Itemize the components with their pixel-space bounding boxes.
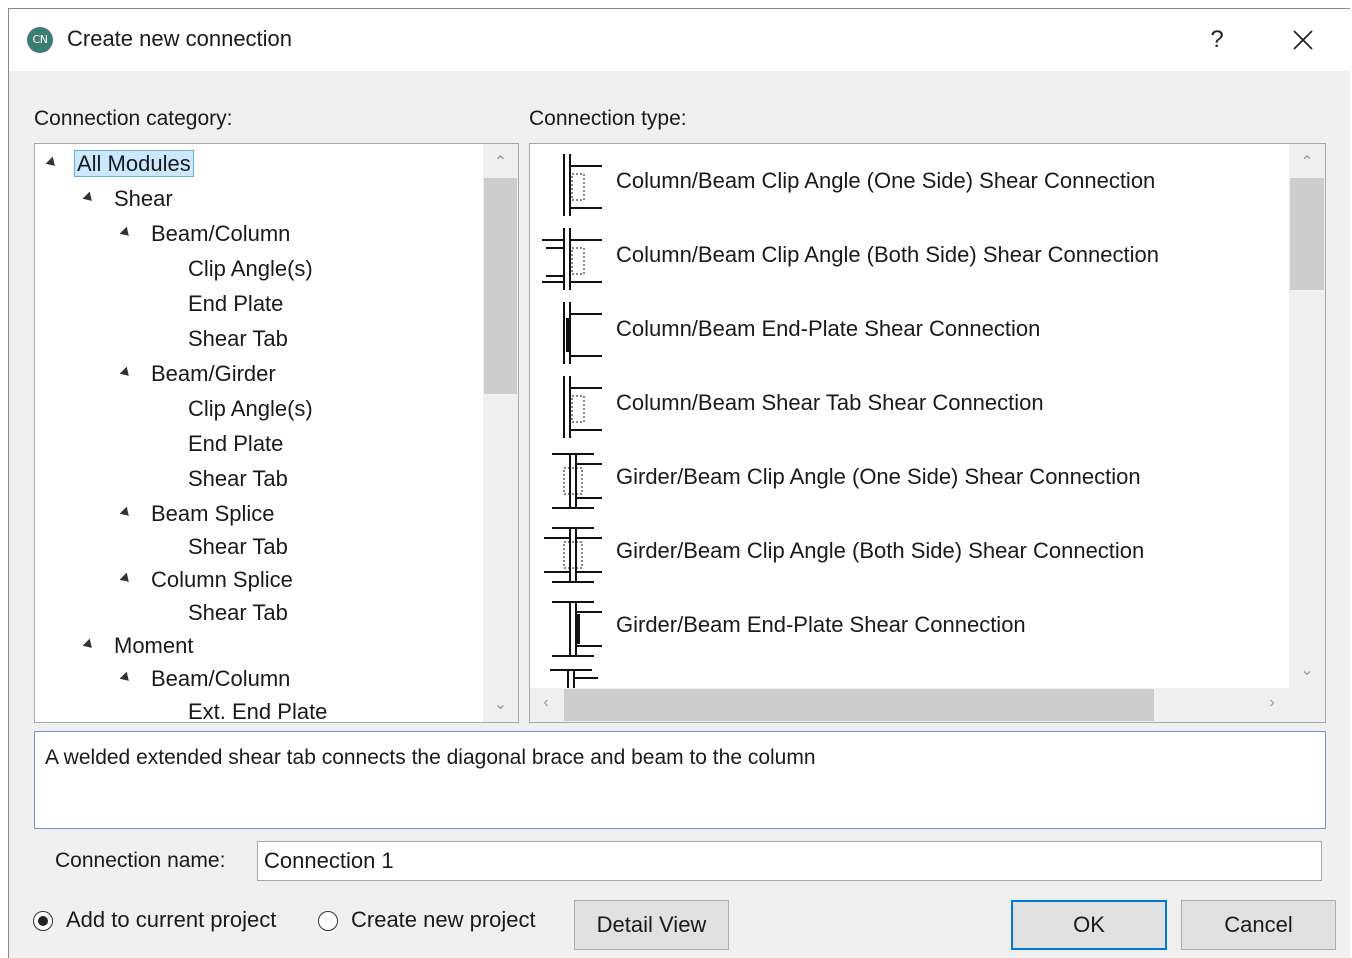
tree-item-label: Clip Angle(s) [188, 396, 313, 421]
connection-type-item[interactable]: Column/Beam Clip Angle (Both Side) Shear… [530, 220, 1290, 294]
tree-item-label: All Modules [74, 150, 194, 177]
tree-item-label: Ext. End Plate [188, 699, 328, 723]
connection-type-item[interactable]: Column/Beam Shear Tab Shear Connection [530, 368, 1290, 442]
column-clip-angle-one-side-icon [540, 152, 606, 218]
scroll-up-icon[interactable]: ⌃ [1289, 152, 1325, 172]
close-button[interactable] [1275, 17, 1331, 63]
tree-item[interactable]: Beam/Column [119, 664, 291, 694]
tree-item-label: Shear [114, 186, 173, 211]
connection-type-item[interactable]: Column/Beam End-Plate Shear Connection [530, 294, 1290, 368]
description-box: A welded extended shear tab connects the… [34, 731, 1326, 829]
connection-type-label: Connection type: [529, 107, 687, 130]
tree-item[interactable]: Beam/Column [119, 219, 291, 249]
scroll-down-icon[interactable]: ⌄ [483, 694, 518, 714]
connection-type-label: Girder/Beam End-Plate Shear Connection [616, 612, 1026, 637]
tree-item-label: Shear Tab [188, 600, 288, 625]
tree-item[interactable]: Ext. End Plate [188, 697, 328, 723]
girder-end-plate-icon [540, 596, 606, 662]
scroll-down-icon[interactable]: ⌄ [1289, 660, 1325, 680]
tree-item[interactable]: Column Splice [119, 565, 293, 595]
tree-item[interactable]: Beam Splice [119, 499, 275, 529]
girder-clip-angle-both-side-icon [540, 522, 606, 588]
ok-button[interactable]: OK [1011, 900, 1167, 950]
cancel-button[interactable]: Cancel [1181, 900, 1336, 950]
tree-item-label: Column Splice [151, 567, 293, 592]
tree-item-label: Clip Angle(s) [188, 256, 313, 281]
dialog-content: Connection category: Connection type: Al… [23, 71, 1336, 883]
tree-item-label: Shear Tab [188, 326, 288, 351]
expand-arrow-icon[interactable] [45, 156, 59, 170]
expand-arrow-icon[interactable] [119, 506, 133, 520]
connection-type-label: Girder/Beam Clip Angle (One Side) Shear … [616, 464, 1141, 489]
tree-item[interactable]: Shear Tab [188, 598, 288, 628]
tree-item[interactable]: All Modules [45, 149, 194, 179]
add-to-current-radio[interactable] [33, 911, 53, 931]
tree-item[interactable]: Shear [82, 184, 173, 214]
tree-item[interactable]: Moment [82, 631, 194, 661]
title-bar: CN Create new connection ? [9, 9, 1350, 71]
column-shear-tab-icon [540, 374, 606, 440]
expand-arrow-icon[interactable] [119, 366, 133, 380]
expand-arrow-icon[interactable] [82, 638, 96, 652]
tree-item[interactable]: End Plate [188, 289, 283, 319]
detail-view-button[interactable]: Detail View [574, 900, 729, 950]
tree-item[interactable]: Shear Tab [188, 324, 288, 354]
app-logo-icon: CN [27, 27, 53, 53]
expand-arrow-icon[interactable] [82, 191, 96, 205]
girder-clip-angle-one-side-icon [540, 448, 606, 514]
tree-item[interactable]: Beam/Girder [119, 359, 276, 389]
connection-type-list[interactable]: Column/Beam Clip Angle (One Side) Shear … [529, 143, 1326, 723]
scroll-left-icon[interactable]: ‹ [536, 694, 556, 712]
tree-item-label: Moment [114, 633, 194, 658]
connection-name-label: Connection name: [55, 849, 226, 872]
partial-connection-icon [550, 664, 600, 688]
connection-type-item[interactable]: Girder/Beam Clip Angle (One Side) Shear … [530, 442, 1290, 516]
create-connection-dialog: CN Create new connection ? Connection ca… [8, 8, 1350, 958]
tree-item-label: Beam/Column [151, 666, 291, 691]
connection-type-label: Column/Beam Clip Angle (Both Side) Shear… [616, 242, 1159, 267]
tree-item[interactable]: Shear Tab [188, 464, 288, 494]
tree-vertical-scrollbar[interactable]: ⌃ ⌄ [483, 144, 518, 722]
tree-item-label: Beam Splice [151, 501, 275, 526]
tree-item[interactable]: Shear Tab [188, 532, 288, 562]
window-title: Create new connection [67, 26, 293, 51]
tree-item-label: Shear Tab [188, 466, 288, 491]
tree-item-label: End Plate [188, 291, 284, 316]
tree-item-label: End Plate [188, 431, 284, 456]
tree-item-label: Shear Tab [188, 534, 288, 559]
connection-type-label: Column/Beam Clip Angle (One Side) Shear … [616, 168, 1156, 193]
connection-type-item[interactable]: Column/Beam Clip Angle (One Side) Shear … [530, 146, 1290, 220]
connection-type-label: Girder/Beam Clip Angle (Both Side) Shear… [616, 538, 1145, 563]
type-hscroll-thumb[interactable] [564, 689, 1154, 721]
connection-category-label: Connection category: [34, 107, 233, 130]
connection-type-label: Column/Beam Shear Tab Shear Connection [616, 390, 1044, 415]
tree-item-label: Beam/Girder [151, 361, 276, 386]
type-scroll-thumb[interactable] [1290, 178, 1324, 290]
scroll-up-icon[interactable]: ⌃ [483, 152, 518, 172]
add-to-current-label[interactable]: Add to current project [66, 907, 276, 933]
tree-item-label: Beam/Column [151, 221, 291, 246]
expand-arrow-icon[interactable] [119, 226, 133, 240]
scrollbar-corner [1289, 688, 1325, 722]
tree-item[interactable]: End Plate [188, 429, 283, 459]
expand-arrow-icon[interactable] [119, 671, 133, 685]
expand-arrow-icon[interactable] [119, 572, 133, 586]
type-horizontal-scrollbar[interactable]: ‹ › [530, 688, 1289, 722]
column-end-plate-icon [540, 300, 606, 366]
type-vertical-scrollbar[interactable]: ⌃ ⌄ [1289, 144, 1325, 688]
help-button[interactable]: ? [1189, 17, 1245, 63]
close-icon [1293, 30, 1313, 50]
create-new-project-radio[interactable] [318, 911, 338, 931]
create-new-project-label[interactable]: Create new project [351, 907, 536, 933]
connection-type-item[interactable]: Girder/Beam End-Plate Shear Connection [530, 590, 1290, 664]
tree-scroll-thumb[interactable] [484, 178, 517, 394]
connection-type-item[interactable]: Girder/Beam Clip Angle (Both Side) Shear… [530, 516, 1290, 590]
scroll-right-icon[interactable]: › [1262, 694, 1282, 712]
tree-item[interactable]: Clip Angle(s) [188, 254, 313, 284]
category-tree[interactable]: All Modules Shear Beam/Column Clip Angle(s)… [34, 143, 519, 723]
column-clip-angle-both-side-icon [540, 226, 606, 292]
connection-name-input[interactable] [257, 841, 1322, 881]
connection-type-label: Column/Beam End-Plate Shear Connection [616, 316, 1041, 341]
tree-item[interactable]: Clip Angle(s) [188, 394, 313, 424]
